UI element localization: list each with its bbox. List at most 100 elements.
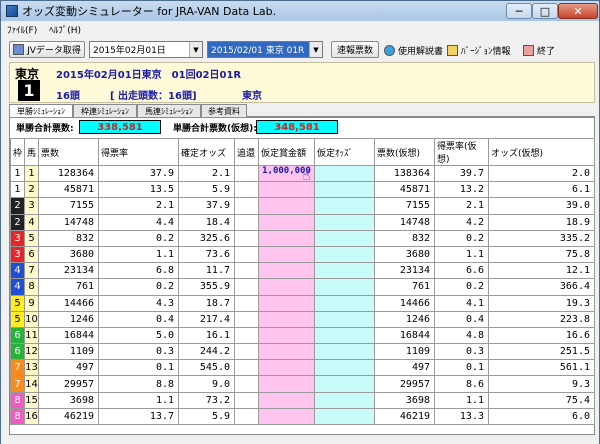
horse-number-cell: 3	[24, 197, 39, 215]
hypothetical-bet-cell[interactable]	[258, 343, 315, 361]
table-row[interactable]: 2 4 14748 4.4 18.4 14748 4.2 18.9	[10, 213, 595, 231]
hypothetical-bet-cell[interactable]	[258, 229, 315, 247]
frame-number-cell: 3	[10, 245, 25, 264]
tab-quinella-simulation[interactable]: 馬連ｼﾐｭﾚｰｼｮﾝ	[137, 104, 201, 117]
votes-virtual-cell: 497	[374, 359, 435, 377]
table-row[interactable]: 7 13 497 0.1 545.0 497 0.1 561.1	[10, 359, 595, 377]
tab-reference[interactable]: 参考資料	[201, 104, 247, 117]
hypothetical-bet-cell[interactable]	[258, 197, 315, 215]
chevron-down-icon[interactable]: ▼	[309, 42, 322, 57]
table-row[interactable]: 5 9 14466 4.3 18.7 14466 4.1 19.3	[10, 294, 595, 312]
rate-cell: 0.4	[98, 310, 179, 328]
hypothetical-bet-cell[interactable]	[258, 326, 315, 345]
horse-number-cell: 8	[24, 278, 39, 296]
hypothetical-bet-cell[interactable]	[258, 294, 315, 312]
table-row[interactable]: 2 3 7155 2.1 37.9 7155 2.1 39.0	[10, 197, 595, 215]
table-row[interactable]: 4 7 23134 6.8 11.7 23134 6.6 12.1	[10, 262, 595, 280]
col-refund[interactable]: 追還	[234, 138, 259, 166]
table-row[interactable]: 7 14 29957 8.8 9.0 29957 8.6 9.3	[10, 375, 595, 393]
col-votes[interactable]: 票数	[38, 138, 99, 166]
col-odds[interactable]: 確定オッズ	[178, 138, 235, 166]
hypothetical-bet-cell[interactable]	[258, 310, 315, 328]
votes-cell: 46219	[38, 407, 99, 426]
version-info-link[interactable]: ﾊﾞｰｼﾞｮﾝ情報	[447, 42, 511, 58]
rate-virtual-cell: 4.1	[434, 294, 489, 312]
jv-data-button[interactable]: JVデータ取得	[9, 41, 85, 58]
odds-virtual-cell: 223.8	[488, 310, 595, 328]
table-row[interactable]: 3 6 3680 1.1 73.6 3680 1.1 75.8	[10, 245, 595, 264]
table-row[interactable]: 6 12 1109 0.3 244.2 1109 0.3 251.5	[10, 343, 595, 361]
rate-cell: 4.4	[98, 213, 179, 231]
rate-virtual-cell: 8.6	[434, 375, 489, 393]
odds-cell: 355.9	[178, 278, 235, 296]
tab-bracket-simulation[interactable]: 枠連ｼﾐｭﾚｰｼｮﾝ	[73, 104, 137, 117]
minimize-button[interactable]: ─	[506, 3, 532, 19]
votes-virtual-cell: 761	[374, 278, 435, 296]
hypothetical-odds-cell	[314, 245, 375, 264]
hypothetical-bet-cell[interactable]	[258, 391, 315, 409]
hypothetical-bet-cell[interactable]	[258, 245, 315, 264]
col-rate-virtual[interactable]: 得票率(仮想)	[434, 138, 489, 166]
frame-number-cell: 6	[10, 343, 25, 361]
table-row[interactable]: 1 2 45871 13.5 5.9 45871 13.2 6.1	[10, 181, 595, 199]
hypothetical-bet-cell[interactable]	[258, 181, 315, 199]
rate-virtual-cell: 0.1	[434, 359, 489, 377]
info-icon	[447, 44, 458, 56]
votes-virtual-cell: 14748	[374, 213, 435, 231]
menu-file[interactable]: ﾌｧｲﾙ(F)	[1, 23, 43, 36]
tab-win-simulation[interactable]: 単勝ｼﾐｭﾚｰｼｮﾝ	[9, 104, 73, 118]
hypothetical-bet-cell[interactable]	[258, 278, 315, 296]
quick-votes-button[interactable]: 速報票数	[331, 41, 379, 58]
rate-virtual-cell: 0.3	[434, 343, 489, 361]
hypothetical-bet-cell[interactable]	[258, 375, 315, 393]
frame-number-cell: 1	[10, 181, 25, 199]
col-odds-virtual[interactable]: オッズ(仮想)	[488, 138, 595, 166]
version-info-label: ﾊﾞｰｼﾞｮﾝ情報	[461, 46, 511, 57]
refund-cell	[234, 229, 259, 247]
table-row[interactable]: 8 15 3698 1.1 73.2 3698 1.1 75.4	[10, 391, 595, 409]
col-hypothetical-bet[interactable]: 仮定賞金額	[258, 138, 315, 166]
col-votes-virtual[interactable]: 票数(仮想)	[374, 138, 435, 166]
table-row[interactable]: 6 11 16844 5.0 16.1 16844 4.8 16.6	[10, 326, 595, 345]
hypothetical-bet-cell[interactable]	[258, 213, 315, 231]
hypothetical-bet-cell[interactable]	[258, 262, 315, 280]
refund-cell	[234, 245, 259, 264]
rate-virtual-cell: 0.4	[434, 310, 489, 328]
horse-number-cell: 1	[24, 164, 39, 183]
close-button[interactable]: ✕	[558, 3, 598, 19]
horse-number-cell: 9	[24, 294, 39, 312]
table-row[interactable]: 5 10 1246 0.4 217.4 1246 0.4 223.8	[10, 310, 595, 328]
exit-link[interactable]: 終了	[523, 42, 555, 58]
rate-virtual-cell: 4.8	[434, 326, 489, 345]
chevron-down-icon[interactable]: ▼	[189, 42, 202, 57]
hypothetical-bet-cell[interactable]	[258, 359, 315, 377]
title-bar[interactable]: オッズ変動シミュレーター for JRA-VAN Data Lab. ─ □ ✕	[1, 1, 599, 21]
rate-cell: 1.1	[98, 391, 179, 409]
refund-cell	[234, 375, 259, 393]
table-row[interactable]: 1 1 128364 37.9 2.1 1,000,000 ☝ 138364 39.7 2.0	[10, 164, 595, 184]
maximize-button[interactable]: □	[532, 3, 558, 19]
hypothetical-bet-cell[interactable]	[258, 407, 315, 426]
votes-virtual-cell: 832	[374, 229, 435, 247]
col-rate[interactable]: 得票率	[98, 138, 179, 166]
menu-help[interactable]: ﾍﾙﾌﾟ(H)	[43, 23, 87, 36]
hypothetical-bet-cell[interactable]: 1,000,000 ☝	[258, 164, 315, 184]
table-row[interactable]: 3 5 832 0.2 325.6 832 0.2 335.2	[10, 229, 595, 247]
hypothetical-odds-cell	[314, 310, 375, 328]
table-row[interactable]: 4 8 761 0.2 355.9 761 0.2 366.4	[10, 278, 595, 296]
col-uma[interactable]: 馬	[24, 138, 39, 166]
table-row[interactable]: 8 16 46219 13.7 5.9 46219 13.3 6.0	[10, 407, 595, 426]
help-manual-link[interactable]: 使用解説書	[384, 42, 443, 58]
odds-virtual-cell: 561.1	[488, 359, 595, 377]
odds-cell: 11.7	[178, 262, 235, 280]
col-waku[interactable]: 枠	[10, 138, 25, 166]
total-votes-value: 338,581	[79, 120, 161, 134]
votes-cell: 761	[38, 278, 99, 296]
hypothetical-odds-cell	[314, 164, 375, 183]
race-select[interactable]: 2015/02/01 東京 01R ▼	[207, 41, 323, 58]
col-hypothetical-odds[interactable]: 仮定ｵｯｽﾞ	[314, 138, 375, 166]
date-select[interactable]: 2015年02月01日 ▼	[89, 41, 203, 58]
votes-virtual-cell: 3680	[374, 245, 435, 264]
refund-cell	[234, 213, 259, 231]
horse-number-cell: 16	[24, 407, 39, 426]
